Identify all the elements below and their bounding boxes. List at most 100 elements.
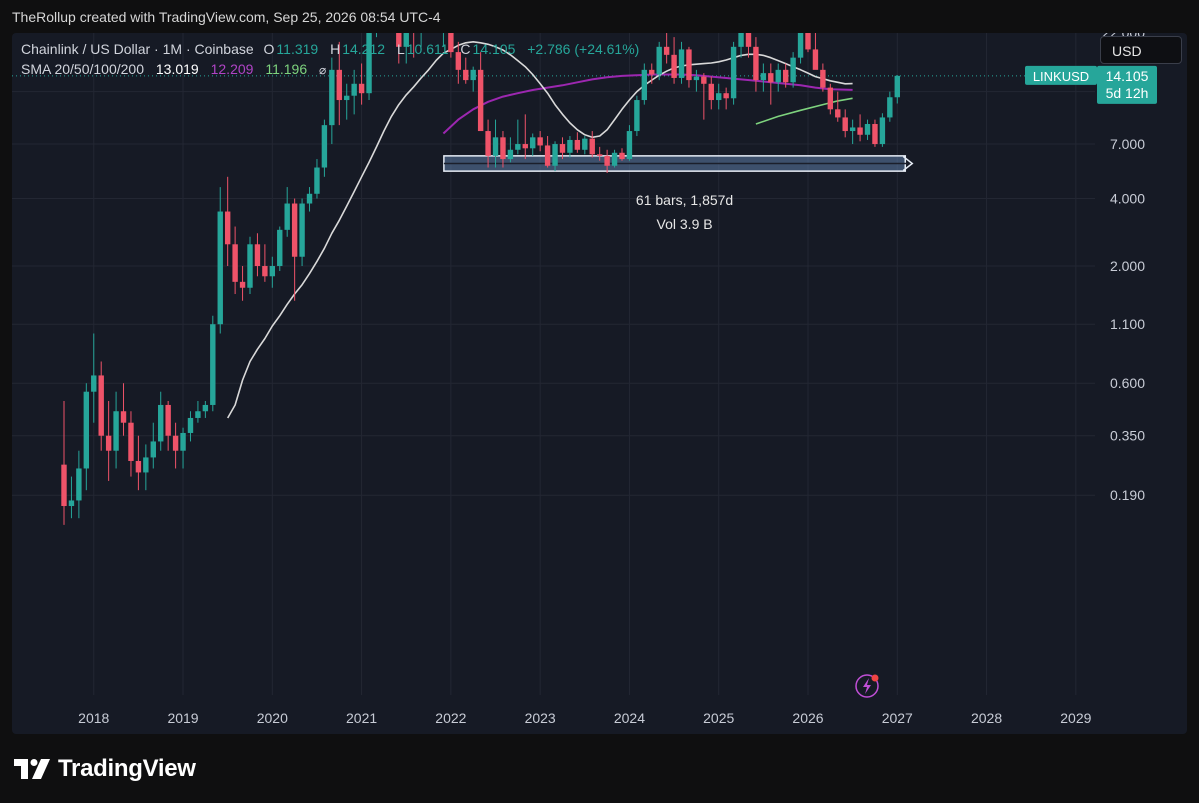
price-chart[interactable]: 61 bars, 1,857d Vol 3.9 B 800.000450.0002…: [12, 33, 1187, 734]
low-value: 10.611: [406, 41, 449, 57]
candle-body: [239, 281, 246, 288]
y-tick-label: 4.000: [1110, 191, 1145, 207]
sma50-value: 12.209: [210, 61, 254, 77]
candle: [820, 63, 826, 92]
candle: [83, 383, 90, 491]
tradingview-logo: TradingView: [14, 755, 196, 782]
candle-body: [217, 211, 223, 325]
candle: [864, 119, 871, 140]
chart-axes: 800.000450.000250.000130.00070.00038.000…: [78, 33, 1145, 726]
x-tick-label: 2027: [882, 710, 913, 726]
candle-body: [143, 457, 149, 473]
candle-body: [135, 460, 142, 473]
symbol-title[interactable]: Chainlink / US Dollar · 1M · Coinbase: [21, 41, 254, 57]
candle: [827, 83, 834, 115]
candle: [634, 95, 640, 137]
candle: [522, 114, 528, 160]
candle-body: [716, 93, 722, 101]
candle: [254, 233, 261, 277]
candle-body: [306, 193, 313, 204]
chart-panel[interactable]: 61 bars, 1,857d Vol 3.9 B 800.000450.0002…: [12, 33, 1187, 734]
candle-body: [805, 33, 811, 50]
date-price-range-tool: 61 bars, 1,857d Vol 3.9 B: [443, 155, 914, 232]
candle-body: [611, 152, 618, 166]
x-tick-label: 2018: [78, 710, 109, 726]
candle: [314, 159, 320, 199]
candle-body: [641, 69, 648, 101]
flash-icon: [855, 674, 879, 698]
candle: [358, 63, 365, 105]
open-label: O: [263, 41, 275, 57]
open-value: 11.319: [276, 41, 319, 57]
candle: [344, 83, 350, 120]
candle: [172, 422, 179, 469]
sma200-empty-icon: ⌀: [319, 63, 327, 77]
candle-body: [671, 54, 677, 78]
currency-button[interactable]: USD: [1100, 36, 1182, 64]
candle: [641, 63, 648, 105]
candle: [477, 52, 484, 132]
candle-body: [113, 411, 119, 451]
candle-body: [708, 83, 714, 101]
candle-body: [172, 435, 179, 451]
price-tag-value: 14.105: [1106, 68, 1149, 84]
candle: [195, 400, 201, 423]
chart-grid: [12, 33, 1095, 695]
candle: [321, 119, 328, 177]
candle-body: [872, 124, 878, 145]
candle-body: [894, 75, 900, 98]
candle-body: [559, 144, 566, 153]
x-tick-label: 2023: [525, 710, 556, 726]
candle-body: [530, 137, 536, 149]
candle-body: [768, 73, 774, 83]
candle: [723, 87, 729, 110]
candle-body: [842, 117, 848, 132]
y-tick-label: 1.100: [1110, 316, 1145, 332]
candle: [544, 136, 551, 168]
candle: [790, 52, 796, 88]
candle: [470, 66, 476, 92]
notification-dot: [871, 674, 879, 682]
candle: [507, 137, 514, 163]
candle: [619, 148, 625, 161]
candle-body: [232, 244, 238, 282]
candle-body: [284, 203, 290, 230]
candle: [567, 136, 573, 158]
candle: [701, 73, 707, 120]
candle: [284, 187, 290, 237]
candle-body: [582, 138, 588, 150]
candle-body: [314, 167, 320, 194]
candle-body: [98, 375, 104, 436]
candle: [224, 176, 231, 267]
candle: [217, 187, 223, 334]
candle: [530, 133, 536, 156]
candle: [515, 119, 521, 155]
candle: [463, 57, 469, 84]
sma-legend[interactable]: SMA 20/50/100/200 13.019 12.209 11.196 ⌀: [21, 61, 328, 77]
y-tick-label: 0.190: [1110, 487, 1145, 503]
candle-body: [753, 46, 759, 81]
candle-body: [775, 69, 781, 83]
candle: [135, 435, 142, 491]
candle: [277, 226, 283, 272]
low-label: L: [396, 41, 405, 57]
candle-body: [864, 124, 871, 135]
candle-body: [857, 127, 863, 135]
candle: [113, 391, 119, 469]
candle-body: [76, 468, 82, 501]
sma-title[interactable]: SMA 20/50/100/200: [21, 61, 144, 77]
symbol-legend[interactable]: Chainlink / US Dollar · 1M · Coinbase O1…: [21, 41, 641, 57]
candle: [738, 33, 744, 58]
candle: [262, 244, 268, 282]
candle-body: [887, 97, 893, 118]
candle-body: [649, 69, 655, 75]
candle: [775, 63, 781, 92]
candle-body: [507, 149, 514, 160]
candle: [708, 76, 714, 110]
candle: [269, 256, 276, 288]
candle-body: [567, 139, 573, 153]
candle-body: [128, 422, 134, 461]
candle-body: [202, 404, 209, 412]
candle: [537, 131, 543, 152]
y-tick-label: 0.350: [1110, 428, 1145, 444]
